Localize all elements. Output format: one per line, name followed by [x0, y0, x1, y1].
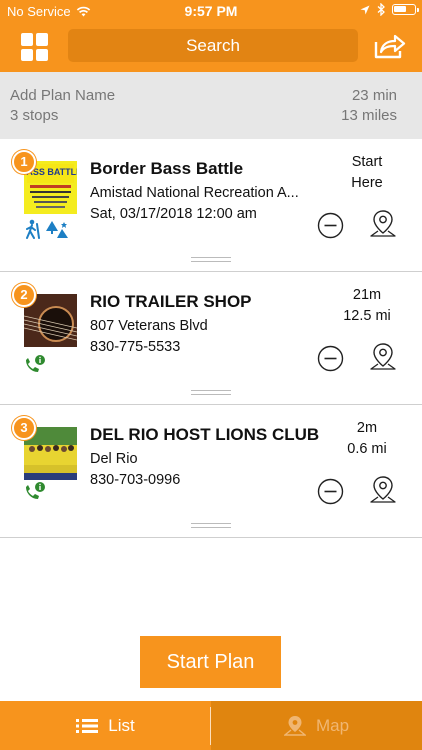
stop-travel-time: Start	[351, 154, 383, 170]
stop-number-badge: 2	[12, 283, 36, 307]
camping-icon	[46, 221, 68, 238]
stop-address: 807 Veterans Blvd	[90, 318, 208, 334]
stop-phone[interactable]: 830-775-5533	[90, 339, 180, 355]
stop-title[interactable]: Border Bass Battle	[90, 159, 243, 179]
drag-handle[interactable]	[191, 257, 231, 262]
share-icon[interactable]	[373, 32, 407, 60]
stop-number-badge: 3	[12, 416, 36, 440]
stop-address: Del Rio	[90, 451, 138, 467]
location-pin-icon[interactable]	[369, 342, 397, 374]
remove-stop-icon[interactable]	[317, 478, 344, 505]
stop-item[interactable]: 1 BASS BATTLE Border Bass Battle Amistad…	[0, 139, 422, 272]
battery-icon	[392, 4, 419, 15]
stop-travel-time: 21m	[352, 287, 382, 303]
phone-info-icon[interactable]	[23, 354, 47, 374]
stop-datetime: Sat, 03/17/2018 12:00 am	[90, 206, 257, 222]
drag-handle[interactable]	[191, 390, 231, 395]
search-bar[interactable]: Search	[68, 29, 358, 62]
app-header: Search	[0, 22, 422, 72]
stop-travel-distance: 12.5 mi	[343, 308, 391, 324]
stop-number-badge: 1	[12, 150, 36, 174]
tab-list-label: List	[108, 715, 135, 735]
plan-distance: 13 miles	[341, 107, 397, 124]
stop-item[interactable]: 2 RIO TRAILER SHOP 807 Veterans Blvd 830…	[0, 272, 422, 405]
stop-title[interactable]: RIO TRAILER SHOP	[90, 292, 252, 312]
tab-map-label: Map	[315, 715, 350, 735]
stop-phone[interactable]: 830-703-0996	[90, 472, 180, 488]
list-icon	[76, 718, 99, 733]
drag-handle[interactable]	[191, 523, 231, 528]
hiking-icon	[26, 219, 40, 239]
tab-map[interactable]: Map	[211, 701, 422, 750]
plan-summary: Add Plan Name 3 stops 23 min 13 miles	[0, 72, 422, 139]
location-pin-icon[interactable]	[369, 209, 397, 241]
tab-divider	[210, 707, 211, 745]
bluetooth-icon	[377, 3, 385, 16]
stop-location: Amistad National Recreation A...	[90, 185, 299, 201]
phone-info-icon[interactable]	[23, 481, 47, 501]
map-pin-icon	[283, 715, 306, 736]
location-pin-icon[interactable]	[369, 475, 397, 507]
status-bar: No Service 9:57 PM	[0, 0, 422, 22]
start-plan-button[interactable]: Start Plan	[140, 636, 281, 688]
tab-bar: List Map	[0, 701, 422, 750]
remove-stop-icon[interactable]	[317, 212, 344, 239]
plan-stops-count: 3 stops	[10, 107, 59, 124]
stop-travel-time: 2m	[356, 420, 378, 436]
location-arrow-icon	[360, 5, 370, 14]
remove-stop-icon[interactable]	[317, 345, 344, 372]
stop-title[interactable]: DEL RIO HOST LIONS CLUB	[90, 425, 319, 445]
plan-name-field[interactable]: Add Plan Name	[10, 87, 115, 104]
grid-menu-icon[interactable]	[21, 33, 49, 61]
plan-duration: 23 min	[351, 87, 397, 104]
stop-travel-distance: Here	[351, 175, 383, 191]
clock: 9:57 PM	[184, 3, 238, 19]
tab-list[interactable]: List	[0, 701, 211, 750]
stop-item[interactable]: 3 DEL RIO HOST LIONS CLUB Del Rio 830-70…	[0, 405, 422, 538]
stop-travel-distance: 0.6 mi	[347, 441, 387, 457]
